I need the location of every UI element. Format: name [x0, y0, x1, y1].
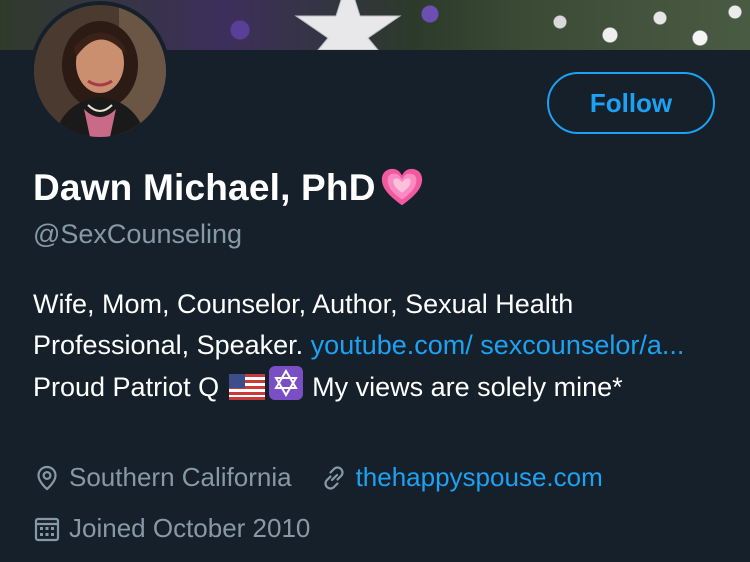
- profile-name: Dawn Michael, PhD: [33, 167, 376, 208]
- bio-link[interactable]: youtube.com/ sexcounselor/a...: [311, 330, 685, 360]
- star-of-david-icon: [268, 366, 303, 400]
- profile-name-row: Dawn Michael, PhD: [33, 160, 425, 216]
- bio-text-patriot: Proud Patriot Q: [33, 372, 227, 402]
- profile-joined-date: Joined October 2010: [69, 513, 311, 543]
- profile-bio: Wife, Mom, Counselor, Author, Sexual Hea…: [33, 284, 723, 408]
- profile-website-link[interactable]: thehappyspouse.com: [356, 462, 603, 493]
- profile-avatar[interactable]: [30, 1, 170, 141]
- location-pin-icon: [37, 465, 57, 490]
- link-icon: [323, 465, 344, 490]
- avatar-photo: [34, 5, 166, 137]
- profile-location: Southern California: [69, 462, 292, 492]
- banner-star-decoration: [294, 0, 402, 50]
- follow-button[interactable]: Follow: [547, 72, 715, 134]
- us-flag-icon: [228, 374, 265, 400]
- profile-meta-joined-row: Joined October 2010: [33, 513, 310, 544]
- growing-heart-icon: [381, 168, 422, 206]
- profile-meta-location-row: Southern California thehappyspouse.com: [33, 462, 603, 493]
- profile-handle: @SexCounseling: [33, 219, 243, 249]
- bio-text-views: My views are solely mine*: [304, 372, 623, 402]
- calendar-icon: [34, 517, 60, 541]
